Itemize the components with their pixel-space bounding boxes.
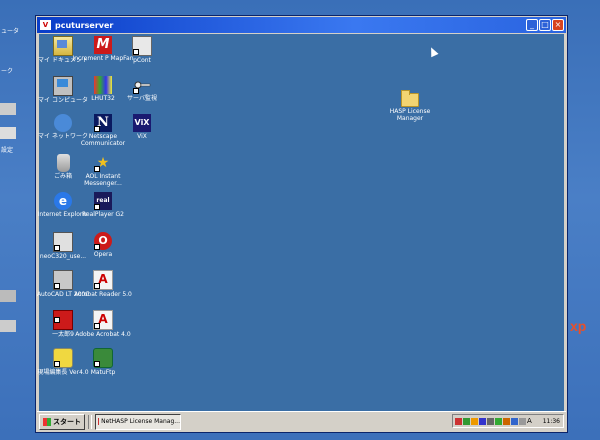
close-button[interactable]: × bbox=[552, 19, 564, 31]
trash-icon bbox=[56, 154, 70, 172]
folder-doc-icon bbox=[53, 36, 73, 56]
neo-icon bbox=[53, 232, 73, 252]
host-icon[interactable] bbox=[0, 290, 16, 302]
icon-label: サーバ監視 bbox=[127, 95, 157, 102]
host-icon[interactable] bbox=[0, 103, 16, 115]
remote-taskbar: スタート NetHASP License Manag... A 11:36 bbox=[37, 411, 566, 431]
ichitaro-icon bbox=[53, 310, 73, 330]
desktop-icon-matuftp[interactable]: MatuFtp bbox=[72, 348, 134, 376]
computer-icon bbox=[53, 76, 73, 96]
mouse-cursor-icon bbox=[427, 45, 439, 58]
real-icon: real bbox=[94, 192, 112, 210]
icon-label: Opera bbox=[93, 251, 113, 258]
tray-icon[interactable] bbox=[495, 417, 502, 425]
icon-label: HASP License Manager bbox=[389, 108, 431, 122]
language-indicator[interactable]: A bbox=[527, 417, 532, 425]
folder-icon bbox=[401, 90, 419, 107]
host-icon[interactable] bbox=[0, 127, 16, 139]
host-label-settings: 設定 bbox=[1, 147, 14, 154]
desktop-icon-aol-messenger[interactable]: ★ AOL Instant Messenger... bbox=[72, 154, 134, 187]
maximize-button[interactable]: □ bbox=[539, 19, 551, 31]
desktop-icon-vix[interactable]: ViX ViX bbox=[111, 114, 173, 140]
icon-label: AOL Instant Messenger... bbox=[84, 173, 122, 187]
icon-label: Acrobat Reader 5.0 bbox=[74, 291, 132, 298]
tray-icon[interactable] bbox=[471, 417, 478, 425]
tray-icon[interactable] bbox=[463, 417, 470, 425]
window-title: pcuturserver bbox=[55, 20, 114, 30]
host-label-network: ーク bbox=[1, 68, 14, 75]
desktop-icon-adobe-acrobat[interactable]: A Adobe Acrobat 4.0 bbox=[72, 310, 134, 338]
autocad-icon bbox=[53, 270, 73, 290]
host-icon[interactable] bbox=[0, 320, 16, 332]
pcont-icon bbox=[132, 36, 152, 56]
tray-icon[interactable] bbox=[487, 417, 494, 425]
netscape-icon: N bbox=[94, 114, 112, 132]
window-titlebar[interactable]: V pcuturserver _ □ × bbox=[37, 17, 566, 33]
start-button[interactable]: スタート bbox=[39, 413, 85, 430]
desktop-icon-pcont[interactable]: pCont bbox=[111, 36, 173, 64]
vix-icon: ViX bbox=[133, 114, 151, 132]
tray-icon[interactable] bbox=[503, 417, 510, 425]
host-label-computer: ュータ bbox=[1, 28, 20, 35]
icon-label: pCont bbox=[133, 57, 151, 64]
remote-desktop-window[interactable]: V pcuturserver _ □ × マイ ドキュメント マイ コンピュータ… bbox=[35, 15, 568, 433]
genba-icon bbox=[53, 348, 73, 368]
network-icon bbox=[54, 114, 72, 132]
desktop-icon-realplayer[interactable]: real RealPlayer G2 bbox=[72, 192, 134, 218]
mapfan-icon: M bbox=[94, 36, 112, 54]
hasp-icon bbox=[98, 418, 100, 425]
desktop-icon-opera[interactable]: O Opera bbox=[72, 232, 134, 258]
tray-icon[interactable] bbox=[479, 417, 486, 425]
tray-icon[interactable] bbox=[455, 417, 462, 425]
system-tray: A 11:36 bbox=[452, 414, 564, 428]
aim-icon: ★ bbox=[94, 154, 112, 172]
desktop-icon-server-monitor[interactable]: サーバ監視 bbox=[111, 76, 173, 102]
ie-icon: e bbox=[54, 192, 72, 210]
ftp-icon bbox=[93, 348, 113, 368]
minimize-button[interactable]: _ bbox=[526, 19, 538, 31]
windows-logo-icon bbox=[43, 417, 51, 426]
desktop-icon-hasp-folder[interactable]: HASP License Manager bbox=[379, 89, 441, 122]
clock[interactable]: 11:36 bbox=[543, 418, 560, 425]
opera-icon: O bbox=[94, 232, 112, 250]
remote-desktop[interactable]: マイ ドキュメント マイ コンピュータ マイ ネットワーク ごみ箱 e Inte… bbox=[37, 34, 564, 411]
acrobat-icon: A bbox=[93, 270, 113, 290]
speaker-icon[interactable] bbox=[519, 417, 526, 425]
taskbar-separator bbox=[88, 414, 92, 429]
icon-label: MatuFtp bbox=[90, 369, 116, 376]
start-label: スタート bbox=[53, 417, 81, 426]
tray-icon[interactable] bbox=[511, 417, 518, 425]
server-icon bbox=[133, 76, 151, 94]
task-item-nethasp[interactable]: NetHASP License Manag... bbox=[95, 413, 181, 430]
task-item-label: NetHASP License Manag... bbox=[101, 418, 180, 425]
vnc-icon[interactable]: V bbox=[40, 20, 51, 30]
acrobat-icon: A bbox=[93, 310, 113, 330]
xp-logo: xp bbox=[570, 318, 587, 334]
desktop-icon-acrobat-reader[interactable]: A Acrobat Reader 5.0 bbox=[72, 270, 134, 298]
lhut-icon bbox=[94, 76, 112, 94]
icon-label: Adobe Acrobat 4.0 bbox=[75, 331, 131, 338]
icon-label: RealPlayer G2 bbox=[82, 211, 124, 218]
icon-label: ViX bbox=[137, 133, 147, 140]
